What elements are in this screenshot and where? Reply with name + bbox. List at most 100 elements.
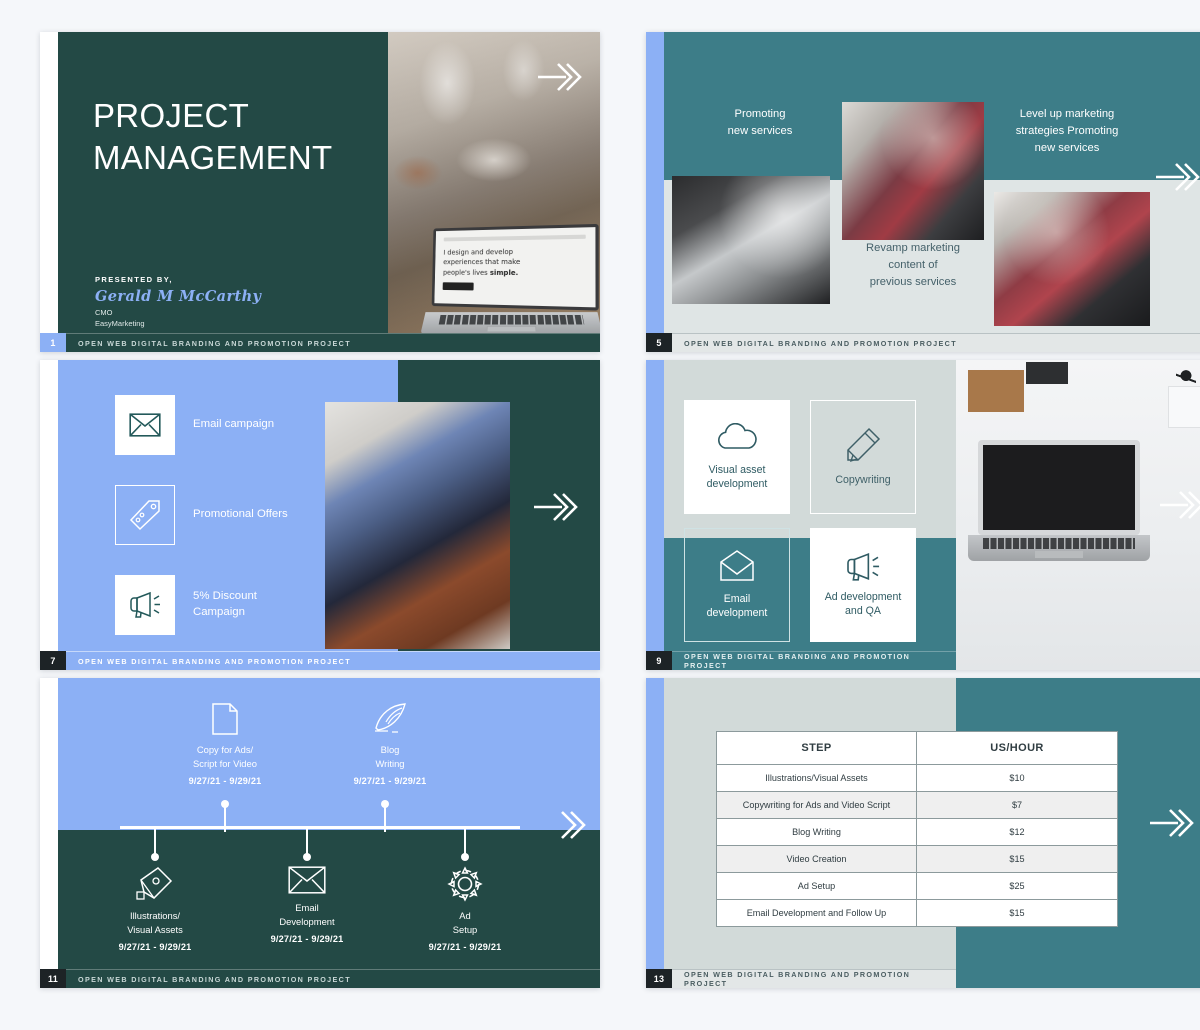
- title-line-1: Illustrations/: [129, 910, 181, 921]
- quote-line-1: I design and develop: [443, 247, 514, 257]
- next-slide-arrow[interactable]: [1148, 806, 1194, 840]
- node-dot: [381, 800, 389, 808]
- card-label-line-1: Visual asset: [708, 463, 766, 476]
- node-dot: [221, 800, 229, 808]
- pen-cup: [1168, 386, 1200, 428]
- arrow-right-icon: [1160, 491, 1200, 519]
- campaign-item-promotional-offers[interactable]: Promotional Offers: [115, 485, 288, 545]
- tag-icon-box: [115, 485, 175, 545]
- card-label: Email development: [707, 592, 768, 620]
- timeline-date: 9/27/21 - 9/29/21: [353, 776, 427, 787]
- card-email-development[interactable]: Email development: [684, 528, 790, 642]
- quote-line-3b: simple.: [489, 267, 519, 277]
- presenter-role-block: CMO EasyMarketing: [95, 308, 145, 330]
- page-number: 5: [646, 333, 672, 352]
- laptop-quote: I design and develop experiences that ma…: [443, 246, 586, 279]
- timeline-date: 9/27/21 - 9/29/21: [428, 942, 502, 953]
- timeline-item-blog-writing[interactable]: Blog Writing 9/27/21 - 9/29/21: [330, 702, 450, 786]
- caption-promoting-new-services: Promoting new services: [686, 106, 834, 140]
- timeline-item-ad-setup[interactable]: Ad Setup 9/27/21 - 9/29/21: [405, 866, 525, 952]
- slide-11-timeline[interactable]: Copy for Ads/ Script for Video 9/27/21 -…: [40, 678, 600, 988]
- megaphone-icon: [130, 591, 160, 618]
- blue-upper-band: [58, 678, 600, 830]
- table-row: Email Development and Follow Up $15: [716, 899, 1118, 927]
- timeline-item-copy-for-ads[interactable]: Copy for Ads/ Script for Video 9/27/21 -…: [160, 702, 290, 786]
- timeline-item-email-development[interactable]: Email Development 9/27/21 - 9/29/21: [247, 866, 367, 944]
- timeline-date: 9/27/21 - 9/29/21: [270, 934, 344, 945]
- laptop-screen: [978, 440, 1140, 535]
- slide-5-services[interactable]: Promoting new services Level up marketin…: [646, 32, 1200, 352]
- cloud-icon: [718, 422, 757, 449]
- quote-line-3a: people's lives: [442, 267, 490, 277]
- card-ad-development-qa[interactable]: Ad development and QA: [810, 528, 916, 642]
- slide-1-title[interactable]: I design and develop experiences that ma…: [40, 32, 600, 352]
- caption-line-3: previous services: [869, 275, 957, 288]
- photo-meeting-discussion: [842, 102, 984, 240]
- slide-13-footer: 13 OPEN WEB DIGITAL BRANDING AND PROMOTI…: [646, 969, 956, 988]
- card-visual-asset-development[interactable]: Visual asset development: [684, 400, 790, 514]
- megaphone-icon: [847, 552, 880, 581]
- slide-9-footer: 9 OPEN WEB DIGITAL BRANDING AND PROMOTIO…: [646, 651, 956, 670]
- footer-text: OPEN WEB DIGITAL BRANDING AND PROMOTION …: [672, 651, 956, 670]
- photo-man-briefcase: [325, 402, 510, 649]
- timeline-title: Copy for Ads/ Script for Video: [160, 743, 290, 770]
- laptop-screen: I design and develop experiences that ma…: [431, 223, 599, 311]
- envelope-icon: [129, 413, 161, 437]
- campaign-item-email[interactable]: Email campaign: [115, 395, 274, 455]
- slide-7-campaigns[interactable]: Email campaign Promotional Offers 5% Dis…: [40, 360, 600, 670]
- next-slide-arrow[interactable]: [1158, 488, 1200, 522]
- card-label-line-1: Ad development: [824, 590, 902, 603]
- footer-text: OPEN WEB DIGITAL BRANDING AND PROMOTION …: [672, 969, 956, 988]
- table-row: Illustrations/Visual Assets $10: [716, 764, 1118, 792]
- footer-text: OPEN WEB DIGITAL BRANDING AND PROMOTION …: [66, 333, 600, 352]
- card-copywriting[interactable]: Copywriting: [810, 400, 916, 514]
- slide-5-footer: 5 OPEN WEB DIGITAL BRANDING AND PROMOTIO…: [646, 333, 1200, 352]
- next-slide-arrow[interactable]: [1154, 160, 1200, 194]
- timeline-date: 9/27/21 - 9/29/21: [118, 942, 192, 953]
- card-label-line-2: development: [706, 607, 768, 619]
- slide-1-footer: 1 OPEN WEB DIGITAL BRANDING AND PROMOTIO…: [40, 333, 600, 352]
- slide-9-deliverables[interactable]: Visual asset development Copywriting Ema…: [646, 360, 1200, 670]
- arrow-right-icon: [561, 811, 586, 839]
- card-label-line-2: and QA: [845, 605, 881, 617]
- gear-icon: [447, 866, 483, 902]
- desk-notebook: [968, 370, 1024, 412]
- node-stem: [384, 804, 386, 832]
- slide-7-footer: 7 OPEN WEB DIGITAL BRANDING AND PROMOTIO…: [40, 651, 600, 670]
- campaign-item-discount[interactable]: 5% Discount Campaign: [115, 575, 257, 635]
- campaign-label-line-1: 5% Discount: [193, 590, 257, 603]
- title-line-2: MANAGEMENT: [93, 139, 333, 177]
- next-slide-arrow[interactable]: [536, 60, 582, 94]
- page-number: 13: [646, 969, 672, 988]
- arrow-right-icon: [538, 63, 582, 91]
- table-header-rate: US/HOUR: [916, 731, 1118, 765]
- document-icon-wrap: [160, 702, 290, 736]
- title-line-2: Script for Video: [193, 757, 257, 769]
- pen-nib-icon: [136, 867, 173, 900]
- title-line-1: Copy for Ads/: [196, 744, 254, 755]
- laptop-mockup: I design and develop experiences that ma…: [419, 223, 600, 338]
- node-stem: [154, 827, 156, 855]
- table-header-step: STEP: [716, 731, 917, 765]
- left-white-strip: [40, 360, 58, 670]
- timeline-item-illustrations[interactable]: Illustrations/ Visual Assets 9/27/21 - 9…: [95, 866, 215, 952]
- slide-13-pricing[interactable]: STEP US/HOUR Illustrations/Visual Assets…: [646, 678, 1200, 988]
- presenter-company: EasyMarketing: [95, 318, 145, 328]
- left-white-strip: [40, 678, 58, 988]
- title-line-1: Email: [295, 902, 319, 913]
- photo-colleagues-working: [994, 192, 1150, 326]
- laptop-keyboard-base: [419, 312, 600, 335]
- next-slide-arrow[interactable]: [540, 808, 586, 842]
- campaign-label-line-2: Campaign: [193, 606, 245, 618]
- laptop-trackpad: [1035, 551, 1083, 558]
- cell-rate: $15: [916, 845, 1118, 873]
- footer-text: OPEN WEB DIGITAL BRANDING AND PROMOTION …: [66, 651, 600, 670]
- page-number: 9: [646, 651, 672, 670]
- cell-step: Email Development and Follow Up: [716, 899, 917, 927]
- timeline-title: Email Development: [247, 901, 367, 928]
- card-label-line-1: Email: [723, 592, 751, 605]
- presenter-role: CMO: [95, 308, 113, 317]
- next-slide-arrow[interactable]: [532, 490, 578, 524]
- cell-step: Illustrations/Visual Assets: [716, 764, 917, 792]
- pen-nib-icon-wrap: [95, 866, 215, 902]
